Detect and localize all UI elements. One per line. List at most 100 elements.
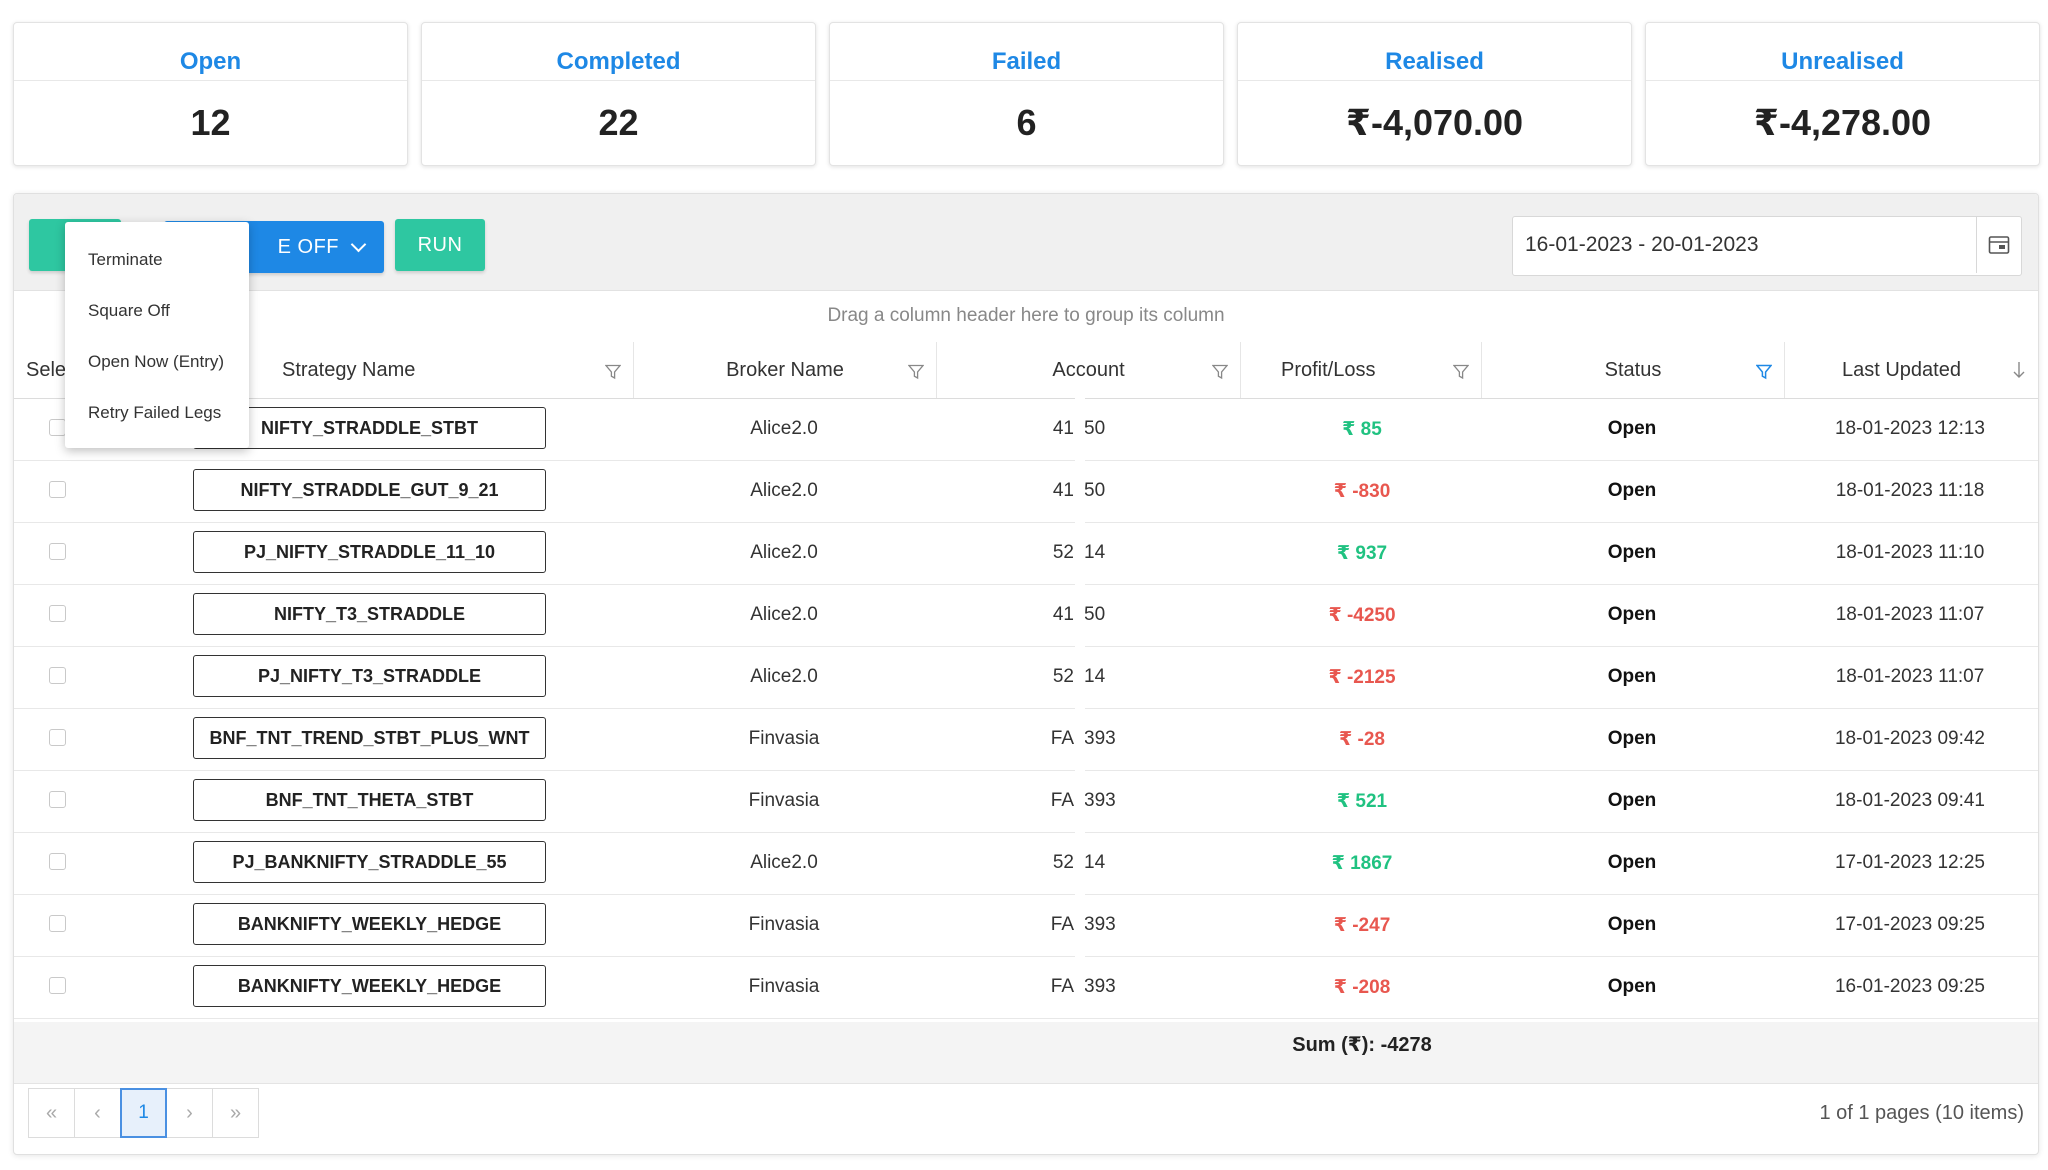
last-updated: 16-01-2023 09:25 xyxy=(1834,976,1985,997)
run-button[interactable]: RUN xyxy=(395,219,485,271)
status-text: Open xyxy=(1607,480,1657,501)
table-row[interactable]: BNF_TNT_THETA_STBT Finvasia FA 393 ₹ 521… xyxy=(14,770,2038,833)
row-checkbox[interactable] xyxy=(49,605,66,622)
filter-icon[interactable] xyxy=(1453,364,1469,380)
prev-page-button[interactable]: ‹ xyxy=(74,1088,121,1138)
row-checkbox[interactable] xyxy=(49,729,66,746)
strategy-name-button[interactable]: PJ_NIFTY_T3_STRADDLE xyxy=(193,655,546,697)
profit-loss: ₹ -247 xyxy=(1333,914,1391,936)
table-row[interactable]: BNF_TNT_TREND_STBT_PLUS_WNT Finvasia FA … xyxy=(14,708,2038,771)
column-header-profit-loss[interactable]: Profit/Loss xyxy=(1241,342,1482,398)
filter-icon[interactable] xyxy=(605,364,621,380)
table-header: Sele Strategy Name Broker Name Account P… xyxy=(14,342,2038,399)
square-off-label: E OFF xyxy=(277,235,339,258)
strategy-grid-panel: A E OFF RUN Drag a column header here to… xyxy=(13,193,2039,1155)
row-checkbox[interactable] xyxy=(49,977,66,994)
strategy-name-button[interactable]: BANKNIFTY_WEEKLY_HEDGE xyxy=(193,903,546,945)
column-label: Sele xyxy=(26,358,67,381)
card-unrealised: Unrealised ₹-4,278.00 xyxy=(1645,22,2040,166)
profit-loss: ₹ 85 xyxy=(1342,418,1382,440)
strategy-name-button[interactable]: BANKNIFTY_WEEKLY_HEDGE xyxy=(193,965,546,1007)
sort-descending-icon[interactable] xyxy=(2012,360,2026,380)
card-title: Unrealised xyxy=(1646,23,2039,81)
account-suffix: 14 xyxy=(1084,666,1106,687)
menu-item-open-now[interactable]: Open Now (Entry) xyxy=(88,352,224,372)
row-checkbox[interactable] xyxy=(49,543,66,560)
profit-loss: ₹ -28 xyxy=(1339,728,1385,750)
menu-item-terminate[interactable]: Terminate xyxy=(88,250,163,270)
date-range-picker[interactable] xyxy=(1512,216,2022,276)
grid-toolbar: A E OFF RUN xyxy=(14,194,2038,291)
card-title: Realised xyxy=(1238,23,1631,81)
account-mask xyxy=(1075,398,1085,1018)
date-range-input[interactable] xyxy=(1513,217,1973,273)
last-updated: 17-01-2023 09:25 xyxy=(1834,914,1985,935)
card-completed: Completed 22 xyxy=(421,22,816,166)
row-checkbox[interactable] xyxy=(49,915,66,932)
last-updated: 18-01-2023 09:41 xyxy=(1834,790,1985,811)
last-updated: 18-01-2023 11:07 xyxy=(1835,666,1985,687)
strategy-name-button[interactable]: BNF_TNT_THETA_STBT xyxy=(193,779,546,821)
chevron-down-icon xyxy=(350,236,367,252)
table-row[interactable]: BANKNIFTY_WEEKLY_HEDGE Finvasia FA 393 ₹… xyxy=(14,894,2038,957)
table-row[interactable]: PJ_NIFTY_T3_STRADDLE Alice2.0 52 14 ₹ -2… xyxy=(14,646,2038,709)
last-updated: 18-01-2023 11:18 xyxy=(1835,480,1985,501)
table-row[interactable]: NIFTY_STRADDLE_GUT_9_21 Alice2.0 41 50 ₹… xyxy=(14,460,2038,523)
row-checkbox[interactable] xyxy=(49,419,66,436)
account-suffix: 14 xyxy=(1084,852,1106,873)
last-updated: 18-01-2023 12:13 xyxy=(1834,418,1985,439)
table-row[interactable]: NIFTY_T3_STRADDLE Alice2.0 41 50 ₹ -4250… xyxy=(14,584,2038,647)
account-prefix: 52 xyxy=(1052,852,1074,873)
profit-loss: ₹ 521 xyxy=(1336,790,1388,812)
table-row[interactable]: NIFTY_STRADDLE_STBT Alice2.0 41 50 ₹ 85 … xyxy=(14,398,2038,461)
filter-icon-active[interactable] xyxy=(1756,364,1772,380)
card-title: Completed xyxy=(422,23,815,81)
row-checkbox[interactable] xyxy=(49,791,66,808)
column-label: Profit/Loss xyxy=(1281,358,1376,381)
page-button-current[interactable]: 1 xyxy=(120,1088,167,1138)
account-suffix: 393 xyxy=(1084,790,1116,811)
column-label: Last Updated xyxy=(1842,358,1961,381)
status-text: Open xyxy=(1607,666,1657,687)
row-checkbox[interactable] xyxy=(49,853,66,870)
strategy-name-button[interactable]: PJ_BANKNIFTY_STRADDLE_55 xyxy=(193,841,546,883)
column-header-status[interactable]: Status xyxy=(1482,342,1785,398)
table-row[interactable]: PJ_BANKNIFTY_STRADDLE_55 Alice2.0 52 14 … xyxy=(14,832,2038,895)
row-checkbox[interactable] xyxy=(49,481,66,498)
row-checkbox[interactable] xyxy=(49,667,66,684)
status-text: Open xyxy=(1607,852,1657,873)
first-page-button[interactable]: « xyxy=(28,1088,75,1138)
card-value: ₹-4,278.00 xyxy=(1753,102,1932,143)
table-row[interactable]: PJ_NIFTY_STRADDLE_11_10 Alice2.0 52 14 ₹… xyxy=(14,522,2038,585)
filter-icon[interactable] xyxy=(908,364,924,380)
menu-item-square-off[interactable]: Square Off xyxy=(88,301,170,321)
card-failed: Failed 6 xyxy=(829,22,1224,166)
account-prefix: FA xyxy=(1050,790,1074,811)
account-prefix: 52 xyxy=(1052,542,1074,563)
last-page-button[interactable]: » xyxy=(212,1088,259,1138)
strategy-name-button[interactable]: BNF_TNT_TREND_STBT_PLUS_WNT xyxy=(193,717,546,759)
last-updated: 17-01-2023 12:25 xyxy=(1834,852,1985,873)
pagination: « ‹ 1 › » xyxy=(28,1088,259,1138)
broker-name: Finvasia xyxy=(748,976,820,997)
account-prefix: FA xyxy=(1050,976,1074,997)
broker-name: Finvasia xyxy=(748,790,820,811)
broker-name: Alice2.0 xyxy=(750,666,818,687)
column-label: Status xyxy=(1604,358,1662,381)
column-header-account[interactable]: Account xyxy=(937,342,1241,398)
group-panel-hint[interactable]: Drag a column header here to group its c… xyxy=(14,290,2038,343)
broker-name: Alice2.0 xyxy=(750,852,818,873)
column-header-last-updated[interactable]: Last Updated xyxy=(1785,342,2038,398)
strategy-name-button[interactable]: PJ_NIFTY_STRADDLE_11_10 xyxy=(193,531,546,573)
calendar-button[interactable] xyxy=(1976,217,2021,273)
menu-item-retry-failed-legs[interactable]: Retry Failed Legs xyxy=(88,403,221,423)
next-page-button[interactable]: › xyxy=(166,1088,213,1138)
action-dropdown-menu: Terminate Square Off Open Now (Entry) Re… xyxy=(65,222,249,448)
table-row[interactable]: BANKNIFTY_WEEKLY_HEDGE Finvasia FA 393 ₹… xyxy=(14,956,2038,1019)
filter-icon[interactable] xyxy=(1212,364,1228,380)
account-suffix: 50 xyxy=(1084,418,1106,439)
column-header-broker[interactable]: Broker Name xyxy=(634,342,937,398)
broker-name: Alice2.0 xyxy=(750,480,818,501)
strategy-name-button[interactable]: NIFTY_T3_STRADDLE xyxy=(193,593,546,635)
strategy-name-button[interactable]: NIFTY_STRADDLE_GUT_9_21 xyxy=(193,469,546,511)
